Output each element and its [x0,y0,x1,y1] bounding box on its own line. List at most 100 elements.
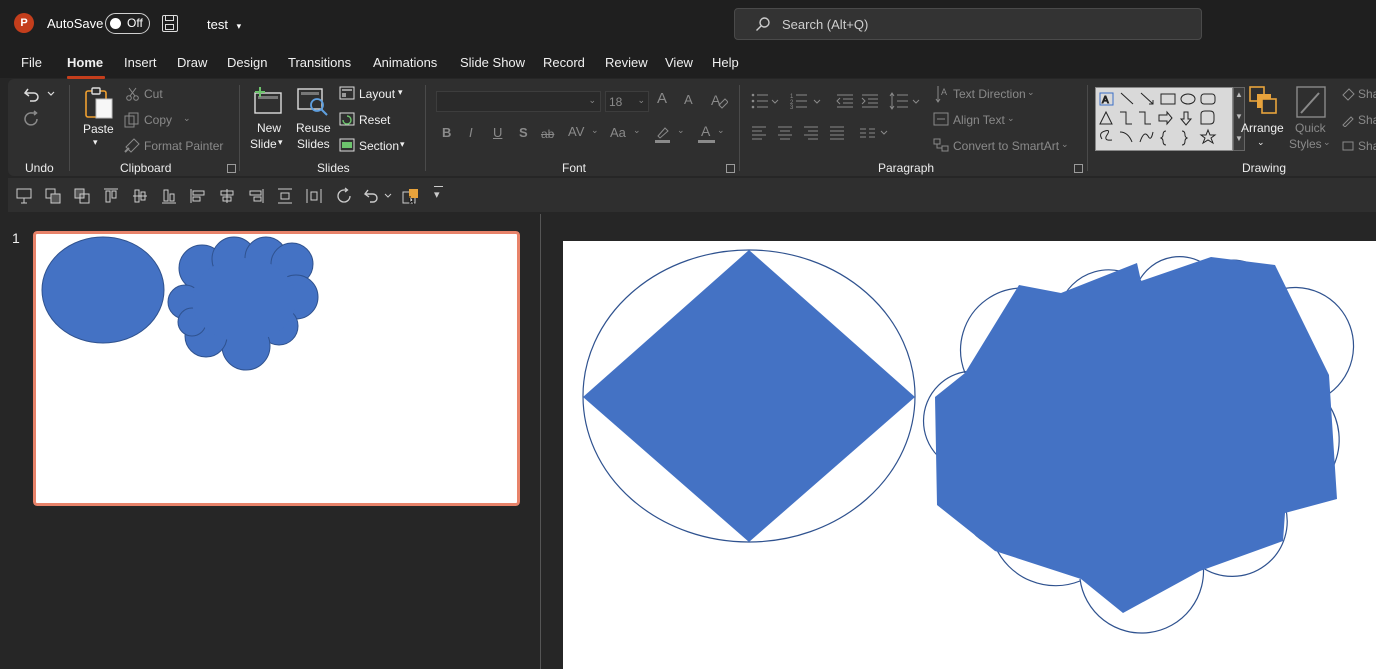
quick-styles-label-1[interactable]: Quick [1295,121,1326,135]
tab-animations[interactable]: Animations [373,55,437,70]
chevron-down-icon[interactable]: ▼ [1235,112,1243,121]
chevron-down-icon[interactable]: ⌄ [1007,113,1015,124]
layout-button[interactable]: Layout [359,87,395,101]
new-slide-label-2[interactable]: Slide [250,137,277,151]
bring-forward-icon[interactable] [45,188,61,204]
quick-styles-label-2[interactable]: Styles [1289,137,1322,151]
increase-indent-icon[interactable] [861,93,879,109]
arrange-button-label[interactable]: Arrange [1241,121,1284,135]
chevron-down-icon[interactable]: ▾ [398,87,403,98]
tab-design[interactable]: Design [227,55,267,70]
more-shapes-icon[interactable]: ▼ [1235,134,1243,143]
chevron-up-icon[interactable]: ▲ [1235,90,1243,99]
font-color-button[interactable]: A [698,123,716,145]
shapes-gallery-scroll[interactable]: ▲ ▼ ▼ [1233,87,1245,151]
change-case-button[interactable]: Aa [610,125,626,140]
tab-record[interactable]: Record [543,55,585,70]
chevron-down-icon[interactable]: ▾ [93,137,98,148]
reuse-slides-label-2[interactable]: Slides [297,137,330,151]
cut-button[interactable]: Cut [144,87,163,101]
chevron-down-icon[interactable]: ⌄ [588,95,596,106]
customize-qat-icon[interactable]: ▾ [434,188,440,201]
clear-formatting-icon[interactable]: A [710,91,728,109]
decrease-indent-icon[interactable] [836,93,854,109]
italic-button[interactable]: I [469,125,473,140]
align-center-objects-icon[interactable] [219,188,235,204]
highlight-icon[interactable] [654,125,672,143]
tab-transitions[interactable]: Transitions [288,55,351,70]
autosave-toggle[interactable]: Off [105,13,150,34]
chevron-down-icon[interactable]: ⌄ [591,125,599,136]
text-shadow-button[interactable]: S [519,125,528,140]
shape-effects-button[interactable]: Sha [1358,139,1376,153]
chevron-down-icon[interactable]: ▾ [278,137,283,148]
font-launcher-icon[interactable] [726,164,735,173]
reuse-slides-label-1[interactable]: Reuse [296,121,331,135]
align-bottom-icon[interactable] [161,188,177,204]
chevron-down-icon[interactable]: ⌄ [1027,87,1035,98]
grow-font-button[interactable]: A [657,90,667,107]
numbering-icon[interactable]: 123 [790,93,822,109]
align-left-icon[interactable] [751,126,767,140]
font-name-combo[interactable]: ⌄ [436,91,601,112]
section-button[interactable]: Section [359,139,399,153]
chevron-down-icon[interactable]: ▾ [400,139,405,150]
rotate-icon[interactable] [335,187,353,205]
line-spacing-icon[interactable] [889,91,921,111]
chevron-down-icon[interactable]: ⌄ [633,125,641,136]
cloud-shape[interactable] [935,257,1337,613]
chevron-down-icon[interactable]: ⌄ [677,125,685,136]
strikethrough-button[interactable]: ab [541,127,554,141]
paragraph-launcher-icon[interactable] [1074,164,1083,173]
new-slide-label-1[interactable]: New [257,121,281,135]
underline-button[interactable]: U [493,125,502,140]
redo-icon[interactable] [22,110,42,130]
chevron-down-icon[interactable]: ⌄ [1323,137,1331,148]
document-title[interactable]: test ▾ [207,17,241,32]
align-right-objects-icon[interactable] [248,188,264,204]
tab-insert[interactable]: Insert [124,55,157,70]
slide-canvas[interactable] [563,241,1376,669]
paste-button-label[interactable]: Paste [83,122,114,136]
undo-icon[interactable] [363,187,393,205]
chevron-down-icon[interactable]: ⌄ [717,125,725,136]
tab-file[interactable]: File [21,55,42,70]
undo-icon[interactable] [22,85,56,103]
slide-thumbnail[interactable] [32,230,521,507]
chevron-down-icon[interactable]: ⌄ [1257,137,1265,148]
clipboard-launcher-icon[interactable] [227,164,236,173]
tab-draw[interactable]: Draw [177,55,207,70]
search-box[interactable]: Search (Alt+Q) [734,8,1202,40]
chevron-down-icon[interactable]: ⌄ [1061,139,1069,150]
bold-button[interactable]: B [442,125,451,140]
new-slide-icon[interactable] [252,85,284,117]
align-middle-icon[interactable] [132,188,148,204]
tab-review[interactable]: Review [605,55,648,70]
shape-fill-button[interactable]: Sha [1358,87,1376,101]
distribute-vertically-icon[interactable] [277,188,293,204]
reset-button[interactable]: Reset [359,113,390,127]
columns-icon[interactable] [859,127,889,139]
save-icon[interactable] [162,15,178,32]
quick-styles-icon[interactable] [1295,85,1327,119]
shapes-gallery[interactable]: A [1095,87,1233,151]
paste-icon[interactable] [82,85,116,121]
align-center-icon[interactable] [777,126,793,140]
justify-icon[interactable] [829,126,845,140]
reuse-slides-icon[interactable] [296,87,330,119]
tab-help[interactable]: Help [712,55,739,70]
bullets-icon[interactable] [751,93,781,109]
align-right-icon[interactable] [803,126,819,140]
send-backward-icon[interactable] [74,188,90,204]
tab-view[interactable]: View [665,55,693,70]
tab-home[interactable]: Home [67,55,103,70]
format-painter-button[interactable]: Format Painter [144,139,223,153]
shape-outline-button[interactable]: Sha [1358,113,1376,127]
distribute-horizontally-icon[interactable] [306,188,322,204]
chevron-down-icon[interactable]: ⌄ [637,95,645,106]
font-size-combo[interactable]: 18 ⌄ [605,91,649,112]
align-text-button[interactable]: Align Text [953,113,1005,127]
text-direction-button[interactable]: Text Direction [953,87,1026,101]
selection-pane-icon[interactable] [401,187,421,205]
arrange-icon[interactable] [1248,85,1278,115]
